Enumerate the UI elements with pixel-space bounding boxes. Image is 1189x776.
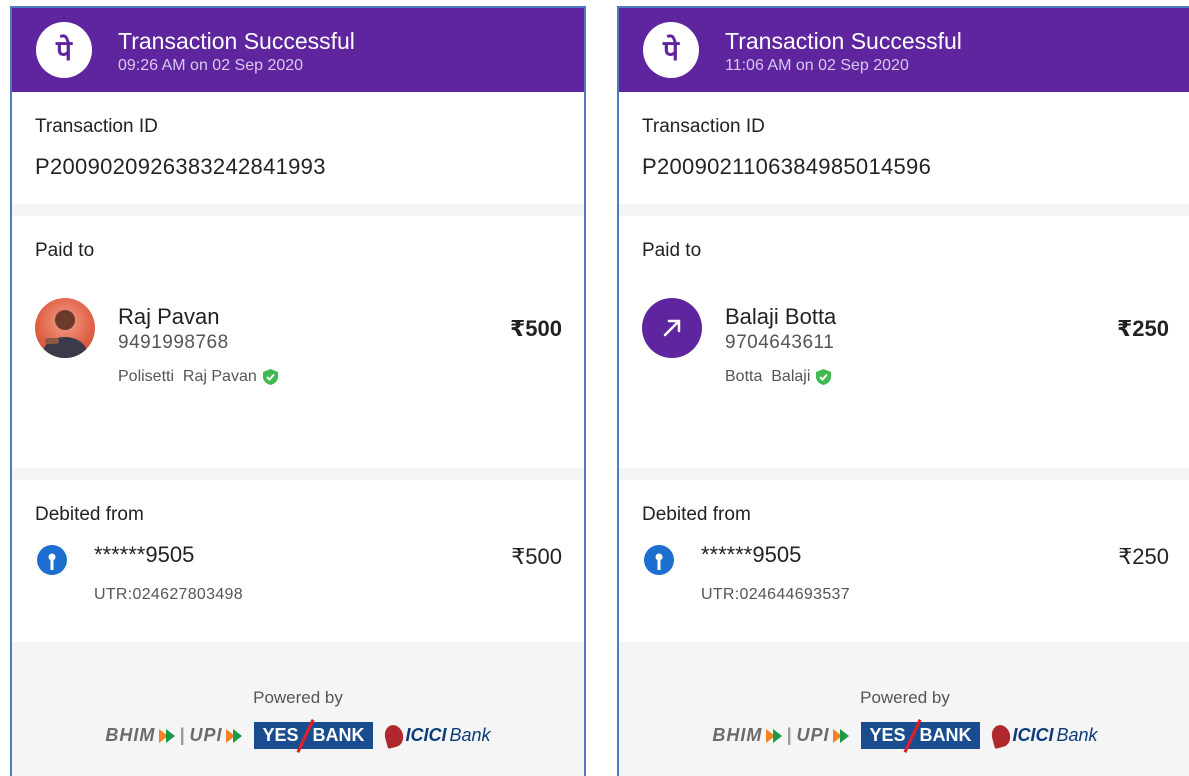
paid-amount: ₹500 xyxy=(509,316,562,341)
sbi-bank-icon xyxy=(644,545,674,575)
phonepe-logo-glyph: पे xyxy=(56,34,72,67)
yes-text: YES xyxy=(262,725,299,745)
transaction-datetime: 11:06 AM on 02 Sep 2020 xyxy=(725,57,909,74)
paid-to-section: Paid to Raj Pavan 9491998768 Polisetti R… xyxy=(12,216,584,468)
payee-phone: 9704643611 xyxy=(725,332,835,353)
receipt-header: पे Transaction Successful 09:26 AM on 02… xyxy=(12,8,584,92)
upi-text: UPI xyxy=(796,725,830,745)
payee-name: Balaji Botta xyxy=(725,304,837,329)
phonepe-logo: पे xyxy=(643,22,699,78)
bhim-text: BHIM xyxy=(105,725,156,745)
phonepe-logo-glyph: पे xyxy=(663,34,679,67)
payee-verified-text: Botta Balaji xyxy=(725,368,811,385)
debited-from-section: Debited from ******9505 ₹500 UTR:0246278… xyxy=(12,480,584,642)
partner-logos: BHIM | UPI YES BANK ICICI Bank xyxy=(12,719,584,753)
receipt-panel-2: पे Transaction Successful 11:06 AM on 02… xyxy=(617,6,1189,776)
section-divider xyxy=(619,204,1189,216)
powered-by-label: Powered by xyxy=(253,688,343,707)
bank-text: BANK xyxy=(312,725,365,745)
upi-text: UPI xyxy=(189,725,223,745)
debited-amount: ₹500 xyxy=(511,544,562,569)
sbi-bank-icon xyxy=(37,545,67,575)
icici-bank-text: Bank xyxy=(449,725,491,745)
icici-text: ICICI xyxy=(1012,725,1054,745)
paid-to-section: Paid to Balaji Botta 9704643611 Botta Ba… xyxy=(619,216,1189,468)
paid-to-label: Paid to xyxy=(642,240,702,261)
status-title: Transaction Successful xyxy=(725,28,962,54)
icici-mark-icon xyxy=(988,722,1013,749)
section-divider xyxy=(12,204,584,216)
section-divider xyxy=(619,468,1189,480)
bhim-upi-logo: BHIM | UPI xyxy=(105,725,243,746)
avatar xyxy=(642,298,702,358)
transaction-id-label: Transaction ID xyxy=(642,116,765,137)
verified-shield-icon xyxy=(816,369,832,385)
yes-text: YES xyxy=(869,725,906,745)
utr-number[interactable]: UTR:024627803498 xyxy=(94,586,243,604)
powered-by-footer: Powered by BHIM | UPI YES BANK ICICI Ban… xyxy=(12,642,584,776)
yes-bank-logo: YES BANK xyxy=(254,719,373,753)
account-number: ******9505 xyxy=(701,542,802,567)
transaction-section: Transaction ID P2009021106384985014596 xyxy=(619,92,1189,204)
status-title: Transaction Successful xyxy=(118,28,355,54)
avatar xyxy=(35,298,95,358)
paid-to-label: Paid to xyxy=(35,240,95,261)
bhim-text: BHIM xyxy=(712,725,763,745)
receipt-panel-1: पे Transaction Successful 09:26 AM on 02… xyxy=(10,6,586,776)
icici-text: ICICI xyxy=(405,725,447,745)
debited-from-label: Debited from xyxy=(642,504,751,525)
debited-from-label: Debited from xyxy=(35,504,144,525)
icici-bank-logo: ICICI Bank xyxy=(988,722,1098,749)
powered-by-label: Powered by xyxy=(860,688,950,707)
powered-by-footer: Powered by BHIM | UPI YES BANK ICICI Ban… xyxy=(619,642,1189,776)
yes-bank-logo: YES BANK xyxy=(861,719,980,753)
phonepe-logo: पे xyxy=(36,22,92,78)
payee-phone: 9491998768 xyxy=(118,332,229,353)
section-divider xyxy=(12,468,584,480)
payee-name: Raj Pavan xyxy=(118,304,220,329)
payee-verified-name: Botta Balaji xyxy=(725,368,832,386)
debited-from-section: Debited from ******9505 ₹250 UTR:0246446… xyxy=(619,480,1189,642)
transaction-section: Transaction ID P2009020926383242841993 xyxy=(12,92,584,204)
icici-bank-logo: ICICI Bank xyxy=(381,722,491,749)
icici-bank-text: Bank xyxy=(1056,725,1098,745)
transaction-id-value[interactable]: P2009021106384985014596 xyxy=(642,154,931,180)
paid-amount: ₹250 xyxy=(1116,316,1169,341)
debited-amount: ₹250 xyxy=(1118,544,1169,569)
payee-verified-name: Polisetti Raj Pavan xyxy=(118,368,278,386)
receipt-header: पे Transaction Successful 11:06 AM on 02… xyxy=(619,8,1189,92)
utr-number[interactable]: UTR:024644693537 xyxy=(701,586,850,604)
payee-verified-text: Polisetti Raj Pavan xyxy=(118,368,257,385)
icici-mark-icon xyxy=(381,722,406,749)
arrow-up-right-icon xyxy=(663,319,681,337)
transaction-id-value[interactable]: P2009020926383242841993 xyxy=(35,154,326,180)
partner-logos: BHIM | UPI YES BANK ICICI Bank xyxy=(619,719,1189,753)
bank-text: BANK xyxy=(919,725,972,745)
transaction-datetime: 09:26 AM on 02 Sep 2020 xyxy=(118,57,304,74)
profile-photo-icon xyxy=(43,310,87,358)
transaction-id-label: Transaction ID xyxy=(35,116,158,137)
bhim-upi-logo: BHIM | UPI xyxy=(712,725,850,746)
verified-shield-icon xyxy=(262,369,278,385)
account-number: ******9505 xyxy=(94,542,195,567)
